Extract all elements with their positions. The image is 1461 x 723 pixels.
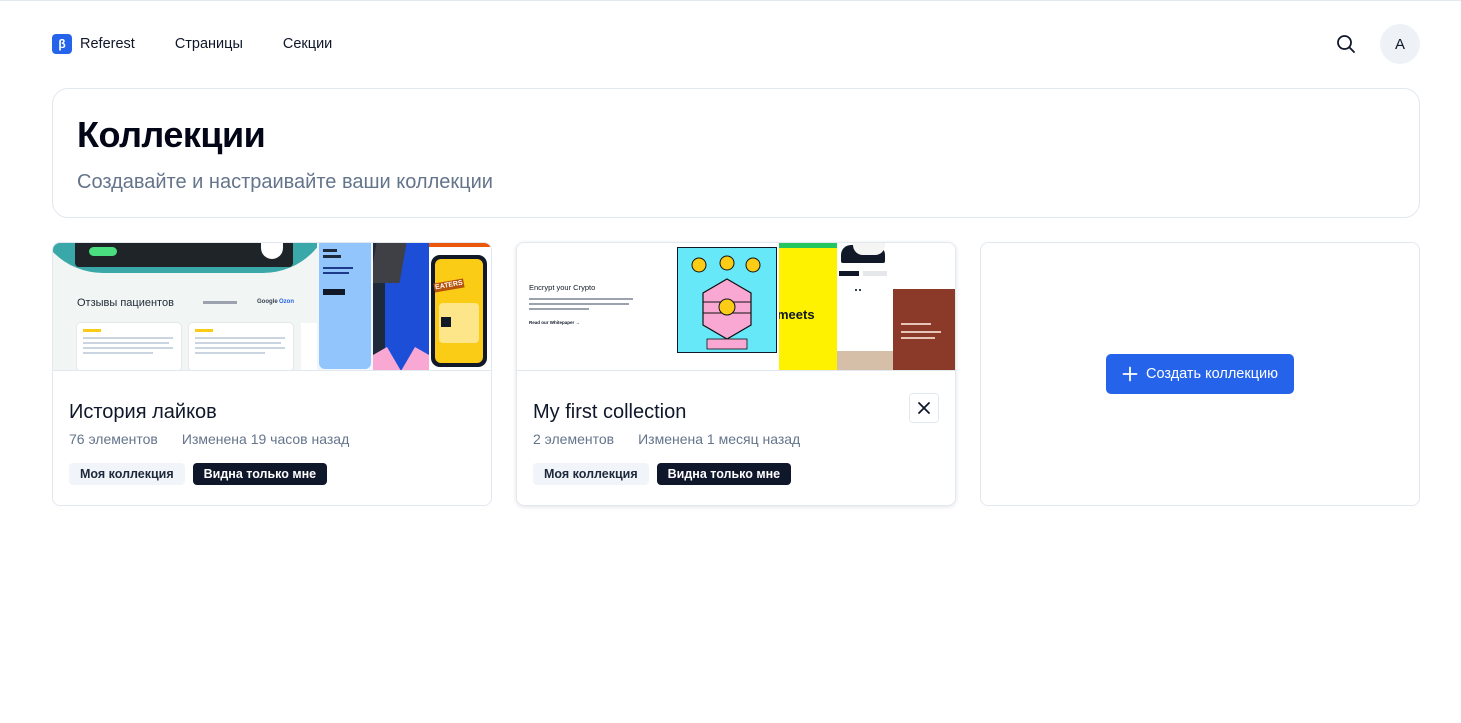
collection-title: My first collection [533, 401, 687, 423]
collection-meta: 76 элементов Изменена 19 часов назад [69, 431, 475, 447]
create-collection-label: Создать коллекцию [1146, 366, 1278, 382]
visibility-badge: Видна только мне [656, 463, 792, 485]
collection-card-body: My first collection 2 элементов Изменена… [533, 399, 939, 485]
preview-thumbnail: Encrypt your Crypto Read our Whitepaper … [517, 243, 779, 370]
preview-crypto-heading: Encrypt your Crypto [529, 283, 596, 292]
collection-tags: Моя коллекция Видна только мне [69, 463, 475, 485]
collection-card-body: История лайков 76 элементов Изменена 19 … [69, 399, 475, 485]
plus-icon [1122, 366, 1138, 382]
preview-thumbnail [837, 243, 893, 370]
owner-badge: Моя коллекция [69, 463, 185, 485]
top-navigation: β Referest Страницы Секции A [52, 24, 1420, 64]
preview-reviews-heading: Отзывы пациентов [77, 297, 174, 309]
collection-updated: Изменена 1 месяц назад [638, 431, 801, 447]
nav-links: Страницы Секции [175, 36, 332, 52]
collection-count: 2 элементов [533, 431, 615, 447]
preview-thumbnail [317, 243, 373, 370]
preview-thumbnail [893, 243, 955, 370]
collection-meta: 2 элементов Изменена 1 месяц назад [533, 431, 939, 447]
create-collection-card: Создать коллекцию [980, 242, 1420, 506]
preview-thumbnail: Отзывы пациентов Google Ozon [53, 243, 317, 370]
user-avatar[interactable]: A [1380, 24, 1420, 64]
search-icon [1337, 35, 1355, 53]
page-subtitle: Создавайте и настраивайте ваши коллекции [77, 171, 493, 193]
brand[interactable]: β Referest [52, 34, 135, 54]
collection-tags: Моя коллекция Видна только мне [533, 463, 939, 485]
page-header-card: Коллекции Создавайте и настраивайте ваши… [52, 88, 1420, 218]
collection-card[interactable]: Отзывы пациентов Google Ozon EATERS Исто… [52, 242, 492, 506]
preview-thumbnail: EATERS [429, 243, 491, 370]
search-button[interactable] [1334, 32, 1358, 56]
nav-link-sections[interactable]: Секции [283, 36, 332, 52]
preview-brand-1: Google [257, 299, 278, 305]
page-title: Коллекции [77, 114, 266, 155]
preview-meets-text: meets [779, 307, 815, 322]
collection-updated: Изменена 19 часов назад [181, 431, 350, 447]
top-divider [0, 0, 1461, 1]
nav-actions: A [1334, 24, 1420, 64]
brand-name: Referest [80, 36, 135, 52]
collection-title: История лайков [69, 401, 217, 423]
collection-count: 76 элементов [69, 431, 158, 447]
create-collection-button[interactable]: Создать коллекцию [1106, 354, 1294, 394]
nav-link-pages[interactable]: Страницы [175, 36, 243, 52]
collection-card[interactable]: Encrypt your Crypto Read our Whitepaper … [516, 242, 956, 506]
collection-preview: Encrypt your Crypto Read our Whitepaper … [517, 243, 955, 371]
owner-badge: Моя коллекция [533, 463, 649, 485]
visibility-badge: Видна только мне [192, 463, 328, 485]
preview-brand-2: Ozon [279, 299, 294, 305]
preview-thumbnail: meets [779, 243, 837, 370]
preview-thumbnail [373, 243, 429, 370]
preview-crypto-link: Read our Whitepaper → [529, 320, 581, 325]
collection-preview: Отзывы пациентов Google Ozon EATERS [53, 243, 491, 371]
brand-logo: β [52, 34, 72, 54]
